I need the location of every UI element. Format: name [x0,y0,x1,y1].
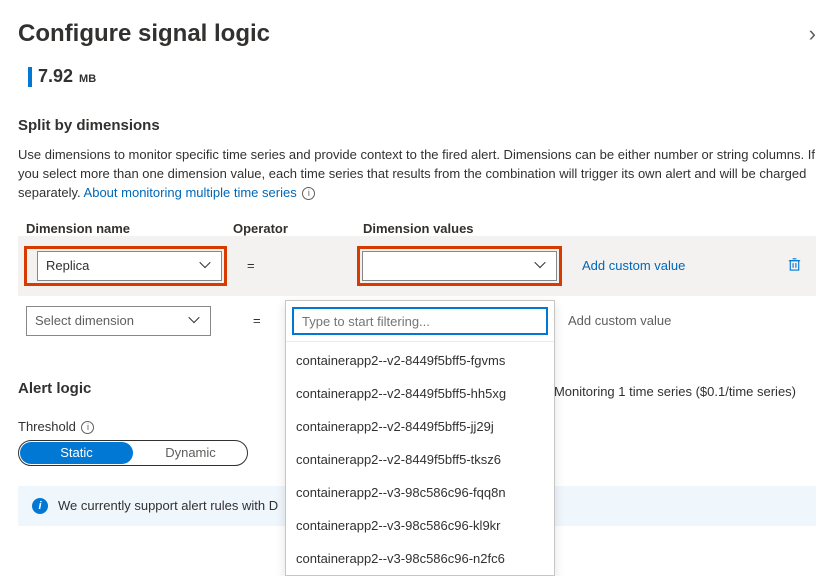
dimension-values-select[interactable] [362,251,557,281]
dimension-columns-header: Dimension name Operator Dimension values [18,221,816,236]
metric-summary: 7.92 MB [18,66,816,87]
add-custom-value-disabled: Add custom value [568,313,671,328]
dimension-name-select[interactable]: Replica [37,251,222,281]
dropdown-option[interactable]: containerapp2--v2-8449f5bff5-tksz6 [286,443,554,476]
page-title: Configure signal logic [18,20,270,48]
threshold-label: Threshold [18,419,76,434]
dropdown-option[interactable]: containerapp2--v3-98c586c96-kl9kr [286,509,554,542]
delete-row-icon[interactable] [787,256,802,275]
split-heading: Split by dimensions [18,117,816,134]
operator-value: = [227,258,357,273]
collapse-chevron-icon[interactable]: › [809,21,816,47]
dropdown-option[interactable]: containerapp2--v3-98c586c96-n2fc6 [286,542,554,575]
threshold-dynamic[interactable]: Dynamic [134,441,247,465]
metric-unit: MB [79,73,96,85]
dropdown-option[interactable]: containerapp2--v2-8449f5bff5-fgvms [286,344,554,377]
dropdown-option[interactable]: containerapp2--v3-98c586c96-fqq8n [286,476,554,509]
chevron-down-icon [201,260,213,272]
col-dimension-name: Dimension name [18,221,233,236]
chevron-down-icon [190,315,202,327]
chevron-down-icon [536,260,548,272]
dimension-name-value: Replica [46,258,89,273]
metric-value: 7.92 [38,66,73,87]
dropdown-option[interactable]: containerapp2--v2-8449f5bff5-jj29j [286,410,554,443]
dimension-name-placeholder: Select dimension [35,313,134,328]
info-icon: i [32,498,48,514]
dropdown-option[interactable]: containerapp2--v2-8449f5bff5-hh5xg [286,377,554,410]
banner-text: We currently support alert rules with D [58,498,278,513]
dimension-name-select[interactable]: Select dimension [26,306,211,336]
dropdown-filter-input[interactable] [292,307,548,335]
metric-bar-icon [28,67,32,87]
about-link[interactable]: About monitoring multiple time series [84,185,297,200]
dimension-values-dropdown: containerapp2--v2-8449f5bff5-fgvmscontai… [285,300,555,576]
monitoring-status: Monitoring 1 time series ($0.1/time seri… [534,384,796,399]
dimension-row: Replica = Add custom value [18,236,816,296]
col-dimension-values: Dimension values [363,221,578,236]
split-description: Use dimensions to monitor specific time … [18,146,816,203]
threshold-toggle[interactable]: Static Dynamic [18,440,248,466]
info-icon[interactable]: i [302,187,315,200]
col-operator: Operator [233,221,363,236]
threshold-static[interactable]: Static [20,442,133,464]
info-icon[interactable]: i [81,421,94,434]
add-custom-value-link[interactable]: Add custom value [582,258,685,273]
